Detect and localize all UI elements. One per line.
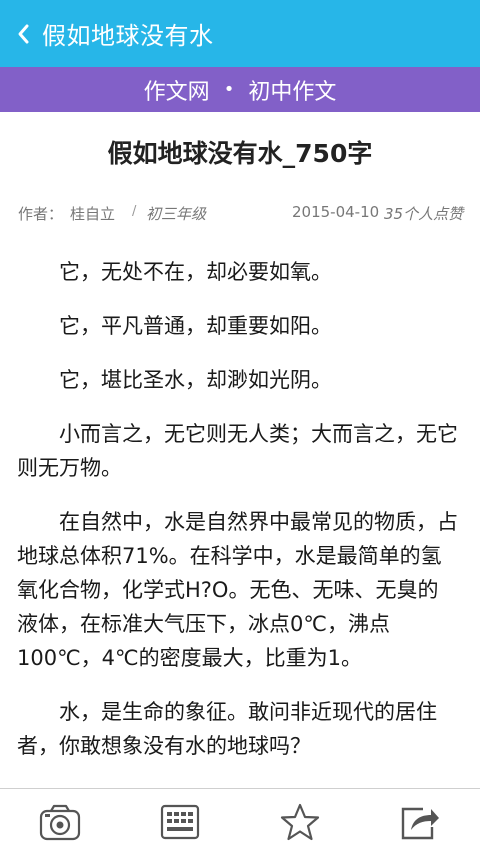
grade-label: 初三年级 (146, 205, 207, 223)
likes-count: 35个人点赞 (384, 205, 464, 223)
star-icon (280, 803, 320, 840)
chevron-left-icon (18, 24, 29, 43)
top-bar: 假如地球没有水 (0, 0, 480, 67)
paragraph: 它，平凡普通，却重要如阳。 (59, 314, 332, 338)
article-body: 它，无处不在，却必要如氧。 它，平凡普通，却重要如阳。 它，堪比圣水，却渺如光阴… (0, 255, 480, 763)
paragraph: 在自然中，水是自然界中最常见的物质，占地球总体积71%。在科学中，水是最简单的氢… (17, 510, 458, 670)
paragraph: 它，无处不在，却必要如氧。 (59, 260, 332, 284)
category-name[interactable]: 初中作文 (248, 74, 336, 106)
camera-button[interactable] (0, 789, 120, 854)
article-title: 假如地球没有水_750字 (107, 139, 373, 168)
publish-date: 2015-04-10 (292, 203, 380, 221)
paragraph: 它，堪比圣水，却渺如光阴。 (59, 368, 332, 392)
meta-divider: / (132, 204, 137, 219)
section-separator: • (223, 79, 235, 100)
page-title: 假如地球没有水 (42, 22, 214, 50)
author-name[interactable]: 桂自立 (70, 203, 115, 224)
keyboard-icon (160, 804, 200, 839)
app-screen: 假如地球没有水 作文网 • 初中作文 假如地球没有水_750字 作者： 桂自立 … (0, 0, 480, 854)
back-button[interactable] (6, 0, 42, 67)
share-button[interactable] (360, 789, 480, 854)
paragraph: 水，是生命的象征。敢问非近现代的居住者，你敢想象没有水的地球吗？ (17, 700, 437, 758)
bottom-toolbar (0, 789, 480, 854)
author-label: 作者： (18, 205, 64, 223)
article-meta: 作者： 桂自立 / 初三年级 2015-04-10 35个人点赞 (0, 203, 480, 227)
section-bar: 作文网 • 初中作文 (0, 67, 480, 112)
share-icon (401, 807, 439, 839)
camera-icon (39, 804, 81, 840)
favorite-button[interactable] (240, 789, 360, 854)
paragraph: 小而言之，无它则无人类；大而言之，无它则无万物。 (17, 422, 458, 480)
site-name[interactable]: 作文网 (144, 74, 210, 106)
article-content: 假如地球没有水_750字 作者： 桂自立 / 初三年级 2015-04-10 3… (0, 112, 480, 788)
keyboard-button[interactable] (120, 789, 240, 854)
